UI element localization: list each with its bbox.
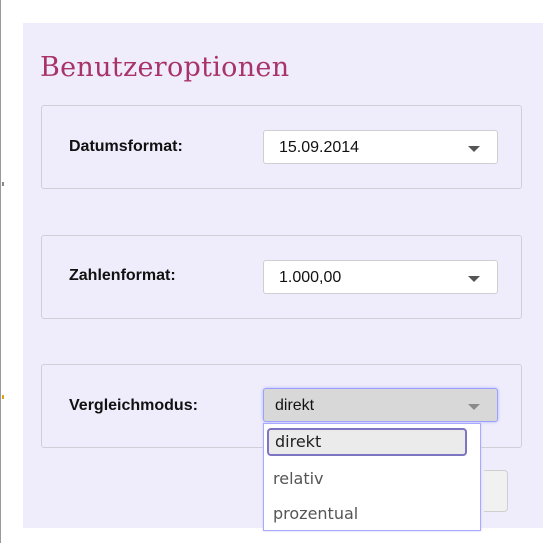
chevron-down-icon <box>468 404 480 410</box>
number-format-value: 1.000,00 <box>279 269 342 286</box>
dialog-title: Benutzeroptionen <box>40 52 290 83</box>
window-edge <box>0 0 1 543</box>
date-format-value: 15.09.2014 <box>279 139 360 156</box>
option-direkt[interactable]: direkt <box>267 428 467 456</box>
chevron-down-icon <box>468 146 480 152</box>
comparison-mode-dropdown: direkt relativ prozentual <box>263 423 481 531</box>
dialog-button[interactable] <box>484 470 508 512</box>
page: Benutzeroptionen Datumsformat: 15.09.201… <box>0 0 552 543</box>
number-format-label: Zahlenformat: <box>69 267 176 284</box>
date-format-label: Datumsformat: <box>69 138 183 155</box>
comparison-mode-value: direkt <box>275 397 315 414</box>
edge-marker <box>2 395 4 399</box>
option-relativ[interactable]: relativ <box>267 465 467 493</box>
number-format-select[interactable]: 1.000,00 <box>263 260 498 294</box>
edge-marker <box>2 182 4 186</box>
comparison-mode-label: Vergleichmodus: <box>69 397 198 414</box>
comparison-mode-select[interactable]: direkt <box>263 388 498 422</box>
chevron-down-icon <box>468 276 480 282</box>
option-prozentual[interactable]: prozentual <box>267 500 467 528</box>
date-format-select[interactable]: 15.09.2014 <box>263 130 498 164</box>
